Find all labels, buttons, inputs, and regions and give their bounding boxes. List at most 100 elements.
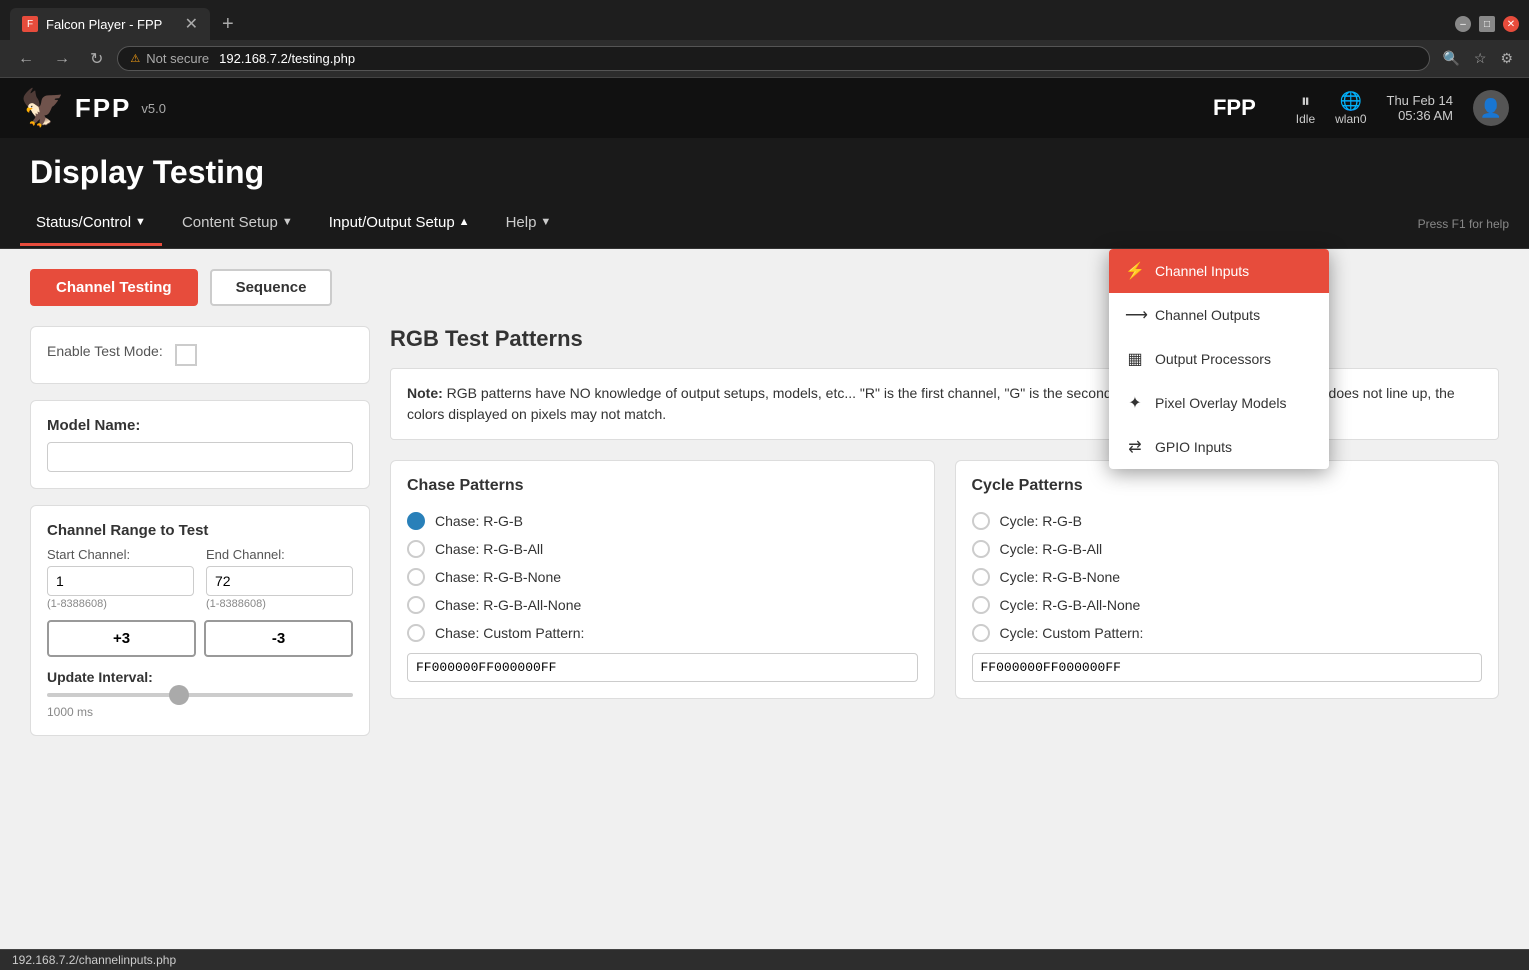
status-bar: 192.168.7.2/channelinputs.php	[0, 949, 1529, 970]
chase-rgb-all-item[interactable]: Chase: R-G-B-All	[407, 535, 918, 563]
chase-rgb-all-radio[interactable]	[407, 540, 425, 558]
tab-sequence[interactable]: Sequence	[210, 269, 333, 306]
chase-rgb-all-none-radio[interactable]	[407, 596, 425, 614]
chase-rgb-radio[interactable]	[407, 512, 425, 530]
plus-step-button[interactable]: +3	[47, 620, 196, 657]
cycle-rgb-all-none-label: Cycle: R-G-B-All-None	[1000, 597, 1141, 613]
cycle-rgb-all-none-radio[interactable]	[972, 596, 990, 614]
cycle-rgb-none-label: Cycle: R-G-B-None	[1000, 569, 1121, 585]
note-box: Note: RGB patterns have NO knowledge of …	[390, 368, 1499, 440]
right-panel: RGB Test Patterns Note: RGB patterns hav…	[390, 326, 1499, 752]
zoom-button[interactable]: 🔍	[1438, 48, 1463, 69]
nav-help[interactable]: Help ▼	[490, 202, 568, 246]
network-label: wlan0	[1335, 112, 1366, 126]
dropdown-output-processors[interactable]: ▦ Output Processors	[1109, 337, 1329, 381]
enable-test-checkbox[interactable]	[175, 344, 197, 366]
note-bold: Note:	[407, 385, 443, 401]
dropdown-output-processors-label: Output Processors	[1155, 351, 1271, 367]
extensions-button[interactable]: ⚙	[1496, 48, 1517, 69]
press-f1-hint: Press F1 for help	[1418, 217, 1509, 231]
output-processors-icon: ▦	[1125, 349, 1145, 369]
channel-range-card: Channel Range to Test Start Channel: (1-…	[30, 505, 370, 736]
nav-status-control[interactable]: Status/Control ▼	[20, 202, 162, 246]
header-right: FPP ⏸ Idle 🌐 wlan0 Thu Feb 14 05:36 AM 👤	[1213, 90, 1509, 126]
cycle-custom-label: Cycle: Custom Pattern:	[1000, 625, 1144, 641]
nav-content-label: Content Setup	[182, 214, 278, 231]
header-datetime: Thu Feb 14 05:36 AM	[1387, 93, 1454, 123]
cycle-custom-radio[interactable]	[972, 624, 990, 642]
end-channel-input[interactable]	[206, 566, 353, 596]
logo-fpp-text: FPP	[75, 93, 132, 124]
channel-range-grid: Start Channel: (1-8388608) End Channel: …	[47, 547, 353, 610]
new-tab-button[interactable]: +	[214, 9, 242, 40]
user-avatar[interactable]: 👤	[1473, 90, 1509, 126]
tab-bar: F Falcon Player - FPP ✕ + – □ ✕	[0, 0, 1529, 40]
cycle-rgb-item[interactable]: Cycle: R-G-B	[972, 507, 1483, 535]
dropdown-channel-inputs[interactable]: ⚡ Channel Inputs	[1109, 249, 1329, 293]
url-address: 192.168.7.2/testing.php	[219, 51, 355, 66]
cycle-rgb-none-item[interactable]: Cycle: R-G-B-None	[972, 563, 1483, 591]
browser-tab[interactable]: F Falcon Player - FPP ✕	[10, 8, 210, 40]
nav-help-arrow: ▼	[540, 216, 551, 228]
back-button[interactable]: ←	[12, 48, 40, 70]
idle-icon: ⏸	[1301, 91, 1310, 112]
nav-help-label: Help	[506, 214, 537, 231]
start-channel-label: Start Channel:	[47, 547, 194, 562]
chase-custom-label: Chase: Custom Pattern:	[435, 625, 584, 641]
chase-rgb-none-radio[interactable]	[407, 568, 425, 586]
cycle-rgb-all-label: Cycle: R-G-B-All	[1000, 541, 1103, 557]
cycle-rgb-all-none-item[interactable]: Cycle: R-G-B-All-None	[972, 591, 1483, 619]
cycle-custom-item[interactable]: Cycle: Custom Pattern:	[972, 619, 1483, 647]
bookmark-button[interactable]: ☆	[1470, 48, 1491, 69]
dropdown-channel-outputs[interactable]: ⟶ Channel Outputs	[1109, 293, 1329, 337]
update-interval-slider[interactable]	[47, 693, 353, 697]
nav-io-setup[interactable]: Input/Output Setup ▲	[313, 202, 486, 246]
chase-rgb-none-item[interactable]: Chase: R-G-B-None	[407, 563, 918, 591]
model-name-select[interactable]: -- All Channels -- ▼	[47, 442, 353, 472]
page-title: Display Testing	[30, 154, 264, 190]
reload-button[interactable]: ↻	[84, 47, 109, 71]
cycle-custom-input[interactable]	[972, 653, 1483, 682]
chase-rgb-item[interactable]: Chase: R-G-B	[407, 507, 918, 535]
chase-patterns-section: Chase Patterns Chase: R-G-B Chase: R-G-B…	[390, 460, 935, 699]
app-header: 🦅 FPP v5.0 FPP ⏸ Idle 🌐 wlan0 Thu Feb 14…	[0, 78, 1529, 138]
left-panel: Enable Test Mode: Model Name: -- All Cha…	[30, 326, 370, 752]
chase-rgb-all-none-item[interactable]: Chase: R-G-B-All-None	[407, 591, 918, 619]
tab-channel-testing[interactable]: Channel Testing	[30, 269, 198, 306]
model-name-card: Model Name: -- All Channels -- ▼	[30, 400, 370, 489]
minus-step-button[interactable]: -3	[204, 620, 353, 657]
cycle-rgb-all-radio[interactable]	[972, 540, 990, 558]
dropdown-pixel-overlay[interactable]: ✦ Pixel Overlay Models	[1109, 381, 1329, 425]
status-idle: ⏸ Idle	[1296, 91, 1315, 126]
forward-button[interactable]: →	[48, 48, 76, 70]
rgb-section-title: RGB Test Patterns	[390, 326, 1499, 352]
network-icon: 🌐	[1340, 91, 1362, 112]
start-channel-field: Start Channel: (1-8388608)	[47, 547, 194, 610]
nav-content-setup[interactable]: Content Setup ▼	[166, 202, 309, 246]
cycle-rgb-all-item[interactable]: Cycle: R-G-B-All	[972, 535, 1483, 563]
date-text: Thu Feb 14	[1387, 93, 1454, 108]
cycle-rgb-label: Cycle: R-G-B	[1000, 513, 1082, 529]
chase-custom-item[interactable]: Chase: Custom Pattern:	[407, 619, 918, 647]
close-tab-button[interactable]: ✕	[185, 14, 198, 34]
cycle-rgb-radio[interactable]	[972, 512, 990, 530]
end-channel-hint: (1-8388608)	[206, 598, 353, 610]
patterns-grid: Chase Patterns Chase: R-G-B Chase: R-G-B…	[390, 460, 1499, 699]
chase-custom-radio[interactable]	[407, 624, 425, 642]
time-text: 05:36 AM	[1387, 108, 1454, 123]
dropdown-gpio-inputs[interactable]: ⇄ GPIO Inputs	[1109, 425, 1329, 469]
window-maximize[interactable]: □	[1479, 16, 1495, 32]
window-close[interactable]: ✕	[1503, 16, 1519, 32]
window-minimize[interactable]: –	[1455, 16, 1471, 32]
url-input[interactable]: ⚠ Not secure 192.168.7.2/testing.php	[117, 46, 1430, 71]
start-channel-input[interactable]	[47, 566, 194, 596]
channel-range-label: Channel Range to Test	[47, 522, 353, 539]
chase-custom-input[interactable]	[407, 653, 918, 682]
slider-value-label: 1000 ms	[47, 705, 353, 719]
nav-status-label: Status/Control	[36, 214, 131, 231]
dropdown-pixel-overlay-label: Pixel Overlay Models	[1155, 395, 1287, 411]
chevron-down-icon: ▼	[328, 449, 342, 465]
step-buttons: +3 -3	[47, 620, 353, 657]
cycle-rgb-none-radio[interactable]	[972, 568, 990, 586]
chase-section-title: Chase Patterns	[407, 477, 918, 495]
